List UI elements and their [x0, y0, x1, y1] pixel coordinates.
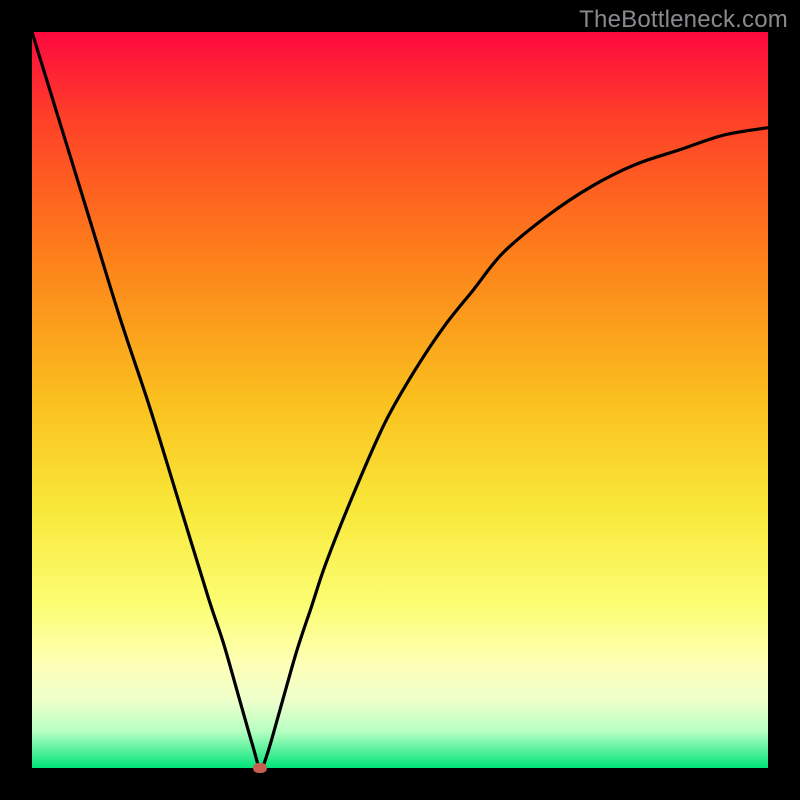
watermark-text: TheBottleneck.com — [579, 6, 788, 34]
bottleneck-curve — [32, 32, 768, 768]
minimum-marker — [253, 763, 267, 773]
plot-area — [32, 32, 768, 768]
chart-frame: TheBottleneck.com — [0, 0, 800, 800]
